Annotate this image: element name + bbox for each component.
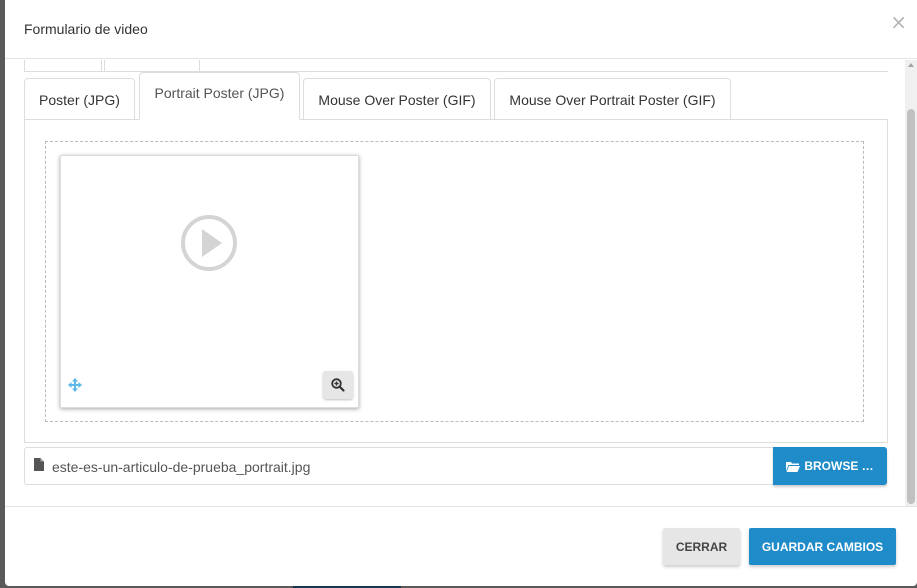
close-button[interactable]: CERRAR (663, 528, 740, 565)
close-icon[interactable]: × (890, 12, 907, 32)
move-arrows-icon[interactable] (68, 378, 82, 392)
tab-content (24, 120, 888, 443)
video-form-modal: Formulario de video × Poster (JPG) Portr… (5, 0, 917, 586)
file-icon (34, 458, 44, 471)
file-input-group: este-es-un-articulo-de-prueba_portrait.j… (24, 447, 888, 486)
image-preview-card (60, 155, 359, 408)
folder-open-icon (786, 462, 801, 472)
tab-portrait-poster-jpg[interactable]: Portrait Poster (JPG) (139, 72, 300, 120)
dropzone[interactable] (45, 141, 864, 422)
file-name: este-es-un-articulo-de-prueba_portrait.j… (52, 459, 311, 475)
modal-scrollbar[interactable] (905, 60, 917, 506)
modal-body: Poster (JPG) Portrait Poster (JPG) Mouse… (5, 60, 905, 506)
file-name-field[interactable]: este-es-un-articulo-de-prueba_portrait.j… (24, 447, 773, 485)
scrollbar-thumb[interactable] (907, 109, 915, 504)
tab-mouse-over-portrait-poster-gif[interactable]: Mouse Over Portrait Poster (GIF) (494, 78, 731, 120)
browse-button[interactable]: BROWSE … (773, 447, 887, 485)
zoom-in-icon (331, 378, 345, 392)
outer-tab[interactable] (24, 60, 102, 72)
modal-title: Formulario de video (24, 21, 148, 37)
outer-tab[interactable] (104, 60, 200, 72)
modal-header: Formulario de video × (5, 0, 917, 59)
save-changes-button[interactable]: GUARDAR CAMBIOS (749, 528, 896, 565)
tab-poster-jpg[interactable]: Poster (JPG) (24, 78, 135, 120)
play-circle-icon (181, 215, 237, 271)
poster-tab-bar: Poster (JPG) Portrait Poster (JPG) Mouse… (24, 72, 888, 120)
browse-label: BROWSE … (804, 459, 874, 473)
outer-tab-bar (24, 60, 888, 72)
zoom-button[interactable] (323, 371, 353, 399)
modal-footer: CERRAR GUARDAR CAMBIOS (5, 506, 917, 586)
scroll-up-arrow-icon[interactable] (908, 63, 914, 67)
tab-mouse-over-poster-gif[interactable]: Mouse Over Poster (GIF) (303, 78, 491, 120)
